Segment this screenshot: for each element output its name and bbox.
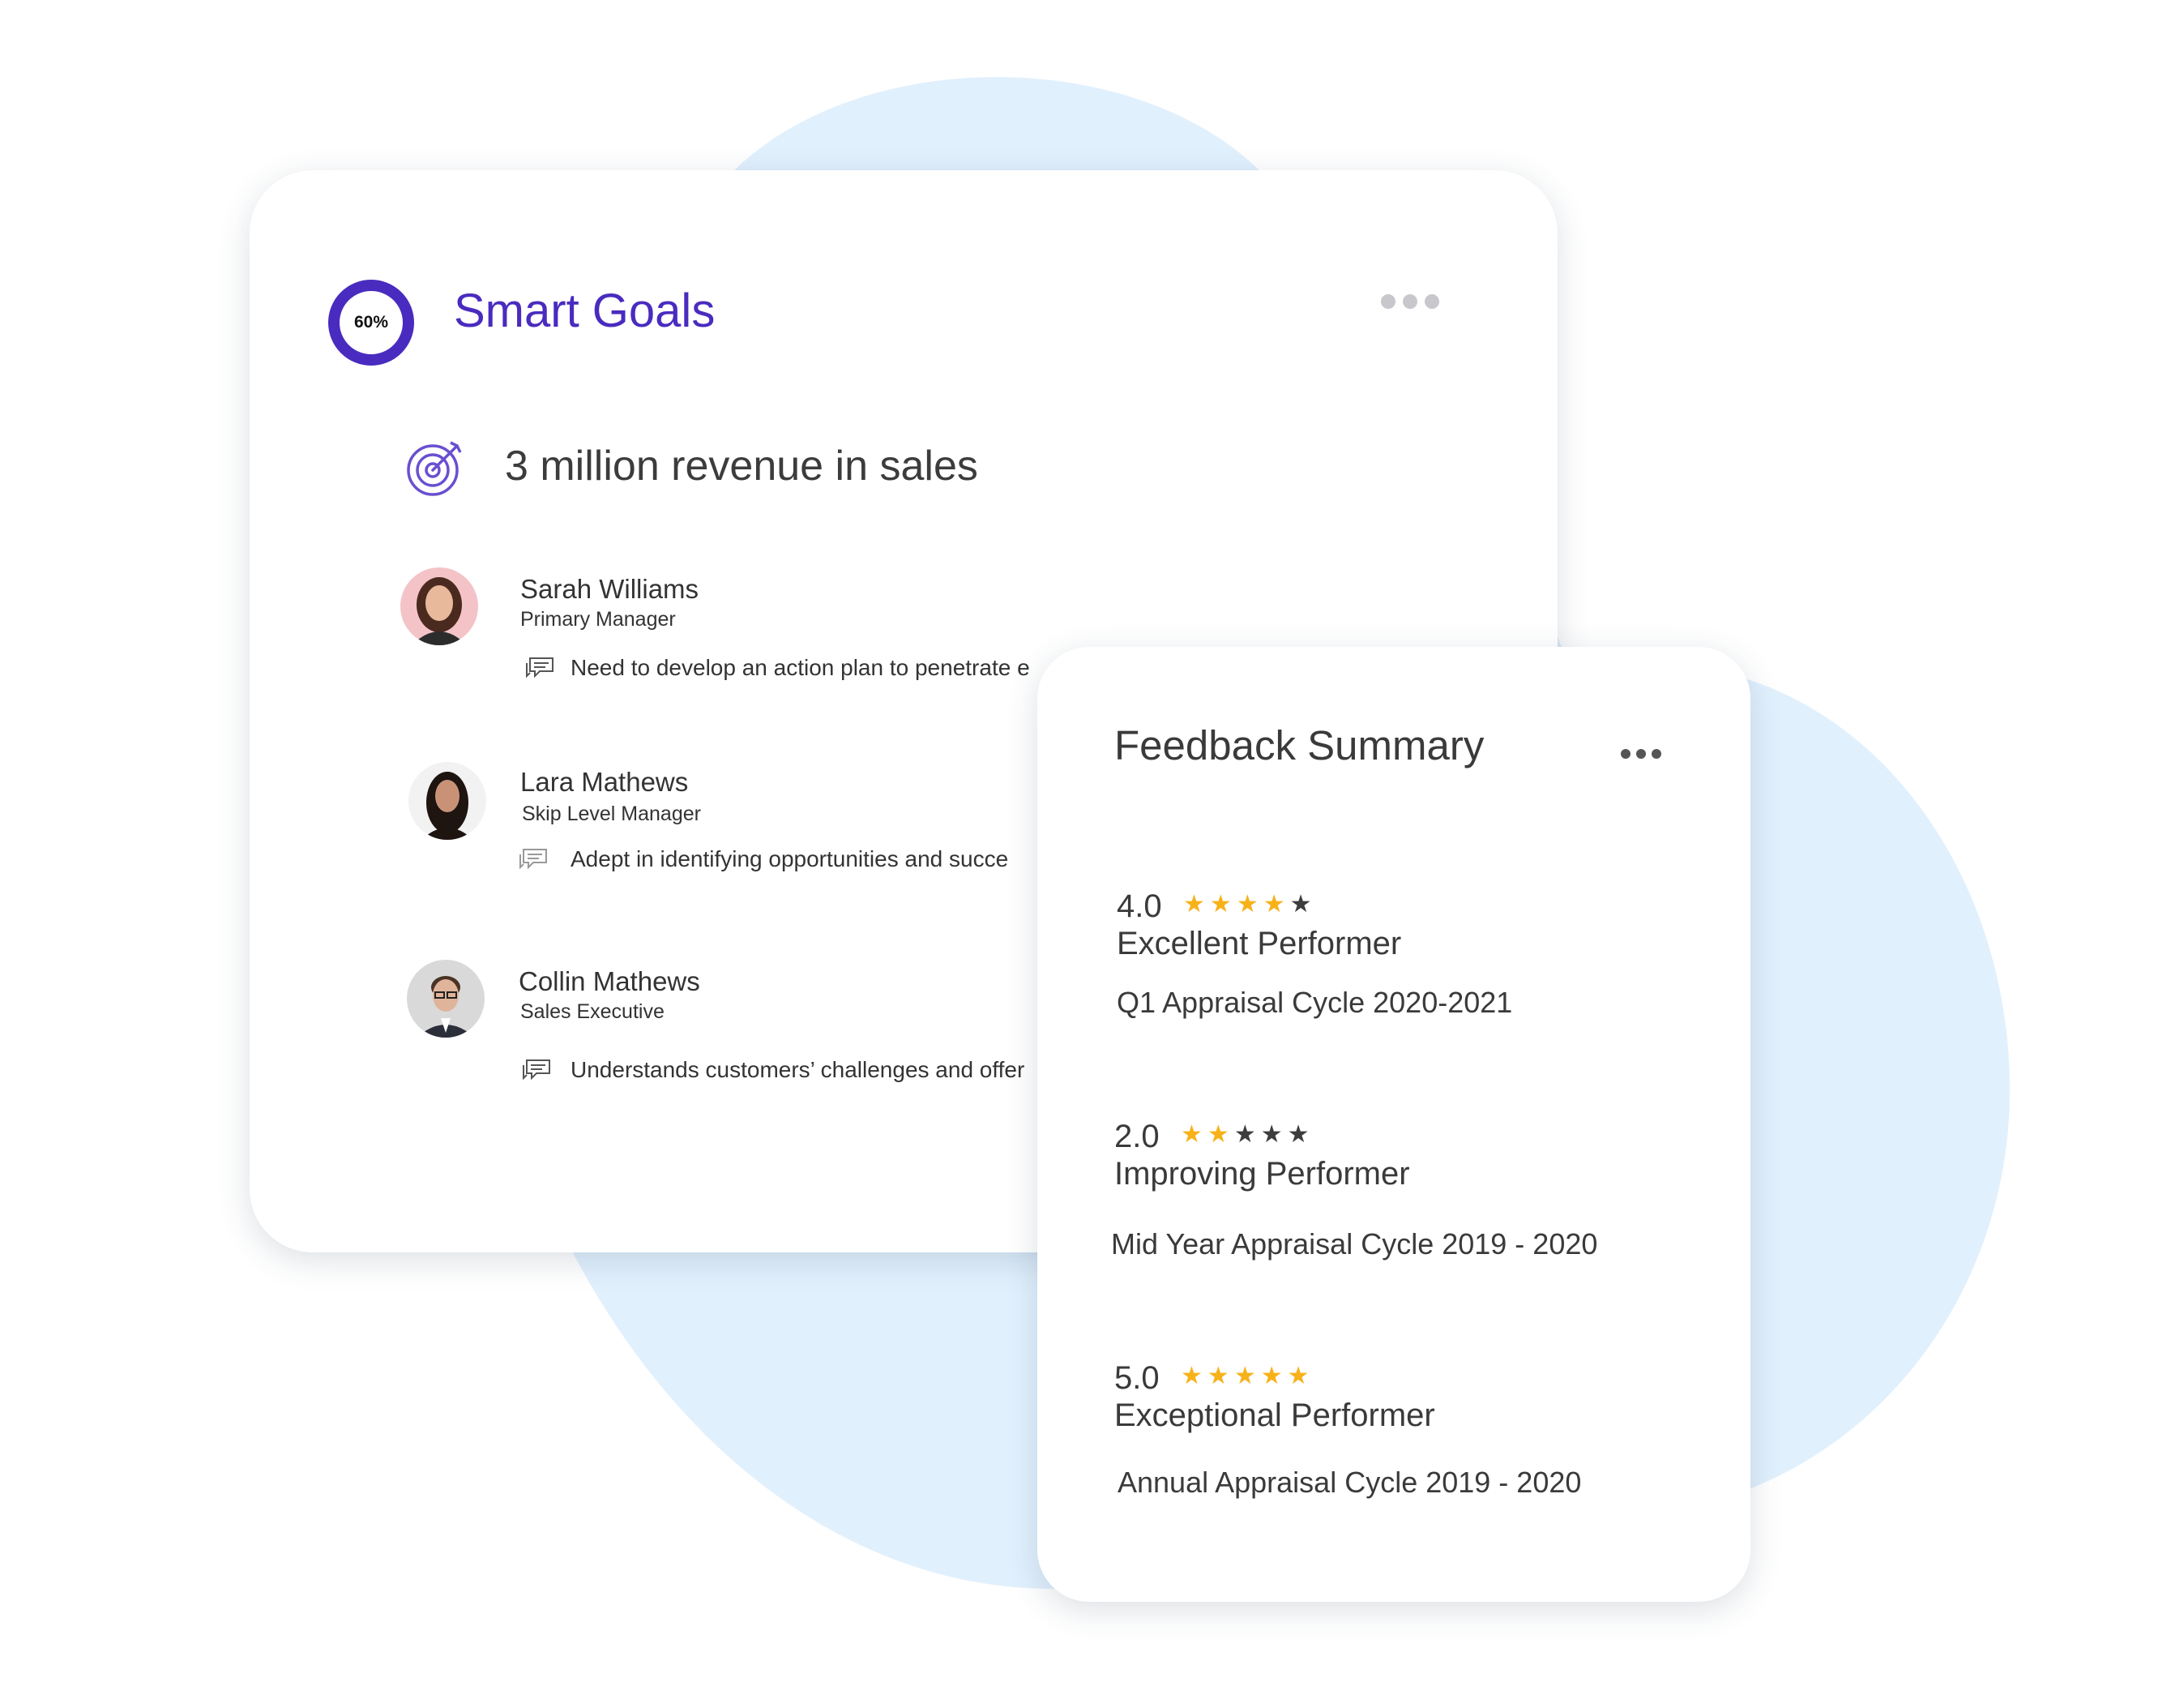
feedback-more-options-icon[interactable] — [1621, 749, 1661, 759]
rating-value: 5.0 — [1114, 1360, 1160, 1396]
star-icon: ★ — [1181, 1363, 1203, 1389]
goals-more-options-icon[interactable] — [1381, 294, 1439, 309]
star-icon: ★ — [1207, 1363, 1229, 1389]
star-icon: ★ — [1183, 891, 1205, 918]
reviewer-role: Sales Executive — [520, 1000, 665, 1023]
star-icon: ★ — [1260, 1121, 1283, 1148]
comment-icon — [526, 657, 553, 678]
star-icon: ★ — [1233, 1121, 1256, 1148]
avatar — [408, 762, 486, 840]
avatar — [407, 960, 485, 1038]
star-icon: ★ — [1209, 891, 1232, 918]
reviewer-comment: Adept in identifying opportunities and s… — [571, 846, 1009, 871]
reviewer-name: Collin Mathews — [519, 966, 700, 996]
star-icon: ★ — [1233, 1363, 1256, 1389]
reviewer-name: Sarah Williams — [520, 574, 699, 604]
progress-percent-label: 60% — [353, 313, 389, 332]
star-rating: ★ ★ ★ ★ ★ — [1181, 1122, 1310, 1148]
star-icon: ★ — [1287, 1363, 1310, 1389]
star-icon: ★ — [1289, 891, 1312, 918]
appraisal-cycle: Mid Year Appraisal Cycle 2019 - 2020 — [1111, 1227, 1598, 1261]
goal-text: 3 million revenue in sales — [505, 443, 978, 490]
page-stage: 60% Smart Goals 3 million revenue in sal… — [0, 0, 2184, 1695]
reviewer-role: Skip Level Manager — [522, 803, 701, 825]
target-icon — [407, 441, 462, 496]
comment-icon — [519, 849, 547, 870]
rating-label: Exceptional Performer — [1114, 1398, 1435, 1433]
star-rating: ★ ★ ★ ★ ★ — [1181, 1363, 1310, 1389]
star-icon: ★ — [1287, 1121, 1310, 1148]
rating-label: Improving Performer — [1114, 1156, 1410, 1192]
feedback-summary-title: Feedback Summary — [1114, 722, 1485, 768]
avatar — [400, 567, 478, 645]
star-rating: ★ ★ ★ ★ ★ — [1183, 892, 1312, 918]
rating-value: 2.0 — [1114, 1119, 1160, 1154]
star-icon: ★ — [1236, 891, 1259, 918]
feedback-summary-card: Feedback Summary 4.0 ★ ★ ★ ★ ★ Excellent Per… — [1037, 647, 1750, 1602]
rating-value: 4.0 — [1117, 888, 1162, 924]
reviewer-comment: Understands customers’ challenges and of… — [571, 1057, 1025, 1082]
comment-icon — [523, 1059, 550, 1081]
star-icon: ★ — [1181, 1121, 1203, 1148]
smart-goals-title: Smart Goals — [454, 285, 716, 337]
reviewer-role: Primary Manager — [520, 608, 676, 631]
star-icon: ★ — [1260, 1363, 1283, 1389]
rating-label: Excellent Performer — [1117, 926, 1402, 961]
appraisal-cycle: Annual Appraisal Cycle 2019 - 2020 — [1118, 1466, 1582, 1499]
star-icon: ★ — [1207, 1121, 1229, 1148]
reviewer-name: Lara Mathews — [520, 767, 689, 797]
appraisal-cycle: Q1 Appraisal Cycle 2020-2021 — [1117, 986, 1513, 1019]
star-icon: ★ — [1263, 891, 1285, 918]
reviewer-comment: Need to develop an action plan to penetr… — [571, 655, 1030, 680]
goal-progress-ring: 60% — [327, 279, 415, 366]
